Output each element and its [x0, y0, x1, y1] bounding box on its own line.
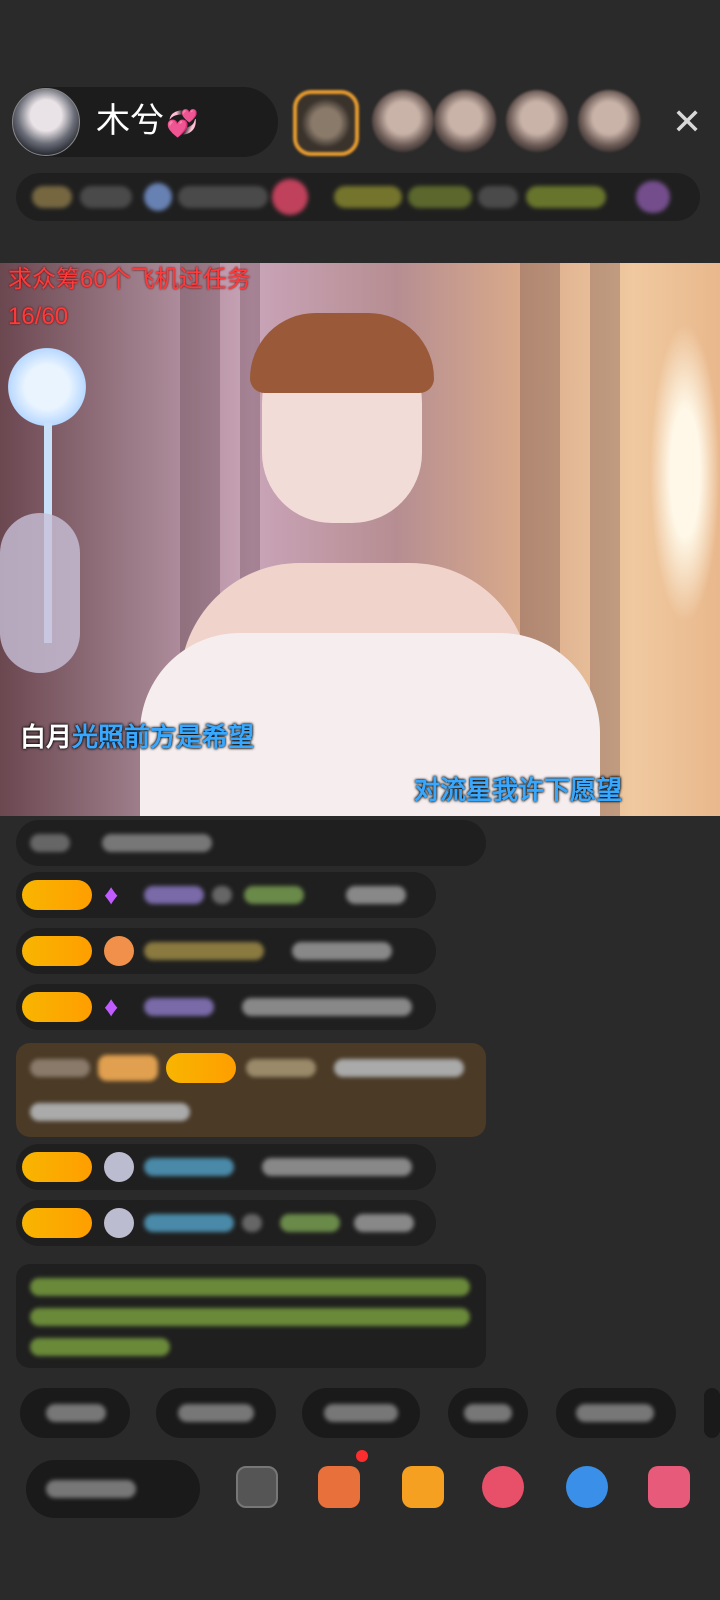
task-text: 求众筹60个飞机过任务 — [8, 266, 251, 293]
lyric-left-blue: 光照前方是希望 — [72, 722, 255, 752]
viewer-avatar[interactable] — [372, 90, 434, 152]
gift-icon[interactable] — [318, 1466, 360, 1508]
more-icon[interactable] — [236, 1466, 278, 1508]
user-avatar — [104, 936, 134, 966]
purple-gem-icon: ♦ — [104, 991, 119, 1022]
host-avatar[interactable] — [12, 88, 80, 156]
quick-reply-tag[interactable] — [156, 1388, 276, 1438]
viewer-avatar[interactable] — [578, 90, 640, 152]
comment-input[interactable] — [26, 1460, 200, 1518]
chat-message[interactable] — [16, 820, 486, 866]
lyric-line-right: 对流星我许下愿望 — [414, 770, 622, 807]
close-icon[interactable]: ✕ — [672, 102, 702, 142]
user-avatar — [104, 1208, 134, 1238]
gift-icon[interactable] — [648, 1466, 690, 1508]
room-info-bar[interactable] — [16, 173, 700, 221]
gift-icon[interactable] — [402, 1466, 444, 1508]
level-badge — [22, 992, 92, 1022]
user-avatar — [104, 1152, 134, 1182]
lyric-right-blue: 对流星我许下愿望 — [414, 775, 623, 805]
top-viewer-avatar[interactable] — [293, 90, 359, 156]
notification-dot — [356, 1450, 368, 1462]
quick-reply-tag[interactable] — [704, 1388, 720, 1438]
gift-icon[interactable] — [482, 1466, 524, 1508]
chat-message[interactable] — [16, 928, 436, 974]
level-badge — [22, 1208, 92, 1238]
hearts-icon: 💞 — [166, 108, 199, 138]
quick-reply-tag[interactable] — [556, 1388, 676, 1438]
quick-reply-tag[interactable] — [302, 1388, 420, 1438]
viewer-avatar[interactable] — [506, 90, 568, 152]
purple-gem-icon: ♦ — [104, 879, 119, 910]
level-badge — [22, 936, 92, 966]
task-progress: 16/60 — [8, 303, 69, 330]
quick-reply-tag[interactable] — [20, 1388, 130, 1438]
level-badge — [166, 1053, 236, 1083]
gift-icon[interactable] — [566, 1466, 608, 1508]
chat-message[interactable] — [16, 1200, 436, 1246]
level-badge — [22, 880, 92, 910]
system-notice — [16, 1264, 486, 1368]
level-badge — [22, 1152, 92, 1182]
host-name-text: 木兮 — [96, 102, 164, 140]
chat-message[interactable]: ♦ — [16, 984, 436, 1030]
lyric-line-left: 白月光照前方是希望 — [20, 717, 254, 754]
lyric-left-white: 白月 — [20, 722, 73, 752]
gift-message[interactable] — [16, 1043, 486, 1137]
quick-reply-tag[interactable] — [448, 1388, 528, 1438]
chat-message[interactable] — [16, 1144, 436, 1190]
chat-message[interactable]: ♦ — [16, 872, 436, 918]
viewer-avatar[interactable] — [434, 90, 496, 152]
host-name[interactable]: 木兮💞 — [96, 101, 198, 143]
